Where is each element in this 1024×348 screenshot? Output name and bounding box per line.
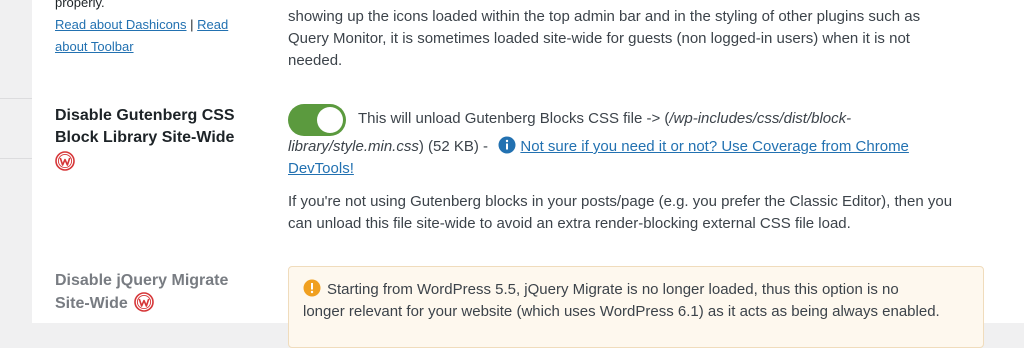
jquery-notice: Starting from WordPress 5.5, jQuery Migr… bbox=[288, 266, 984, 348]
description-line: Query Monitor, it is sometimes loaded si… bbox=[288, 30, 910, 47]
dashicons-link[interactable]: Read about Dashicons bbox=[55, 17, 187, 32]
gutenberg-detail: If you're not using Gutenberg blocks in … bbox=[288, 191, 988, 235]
info-icon bbox=[498, 136, 516, 154]
notice-line: Starting from WordPress 5.5, jQuery Migr… bbox=[327, 281, 899, 298]
left-gutter bbox=[0, 0, 32, 323]
gutenberg-label-line: Block Library Site-Wide bbox=[55, 129, 235, 146]
gutenberg-description-line2: library/style.min.css) (52 KB) - Not sur… bbox=[288, 136, 988, 158]
coverage-link-continued[interactable]: DevTools! bbox=[288, 160, 354, 177]
detail-line: If you're not using Gutenberg blocks in … bbox=[288, 193, 953, 210]
warning-icon bbox=[303, 279, 321, 297]
gutenberg-label: Disable Gutenberg CSS Block Library Site… bbox=[55, 105, 265, 172]
description-line: showing up the icons loaded within the t… bbox=[288, 8, 921, 25]
notice-text: Starting from WordPress 5.5, jQuery Migr… bbox=[303, 279, 973, 323]
gutenberg-toggle[interactable] bbox=[288, 104, 346, 136]
css-path: /wp-includes/css/dist/block- bbox=[669, 110, 852, 127]
gutter-divider bbox=[0, 98, 32, 99]
unload-text: This will unload Gutenberg Blocks CSS fi… bbox=[358, 110, 670, 127]
gutenberg-description-line3: DevTools! bbox=[288, 158, 988, 180]
link-separator: | bbox=[190, 17, 194, 32]
jquery-label-line: Disable jQuery Migrate bbox=[55, 272, 229, 289]
wordpress-icon bbox=[55, 150, 75, 171]
jquery-label-line: Site-Wide bbox=[55, 295, 128, 312]
gutter-divider bbox=[0, 158, 32, 159]
file-size: ) (52 KB) - bbox=[418, 138, 489, 155]
detail-line: can unload this file site-wide to avoid … bbox=[288, 215, 851, 232]
read-link[interactable]: Read bbox=[197, 17, 228, 32]
top-left-info: properly. Read about Dashicons | Read ab… bbox=[55, 0, 228, 58]
dashicons-description: showing up the icons loaded within the t… bbox=[288, 6, 988, 72]
gutenberg-description-line1: This will unload Gutenberg Blocks CSS fi… bbox=[358, 108, 978, 130]
css-path: library/style.min.css bbox=[288, 138, 419, 155]
properly-text: properly. bbox=[55, 0, 105, 10]
description-line: needed. bbox=[288, 52, 343, 69]
wordpress-icon bbox=[134, 292, 155, 312]
gutenberg-label-line: Disable Gutenberg CSS bbox=[55, 107, 235, 124]
notice-line: longer relevant for your website (which … bbox=[303, 303, 940, 320]
toolbar-link[interactable]: about Toolbar bbox=[55, 39, 134, 54]
jquery-label: Disable jQuery Migrate Site-Wide bbox=[55, 270, 265, 315]
toggle-knob bbox=[317, 107, 343, 133]
coverage-link[interactable]: Not sure if you need it or not? Use Cove… bbox=[520, 138, 909, 155]
